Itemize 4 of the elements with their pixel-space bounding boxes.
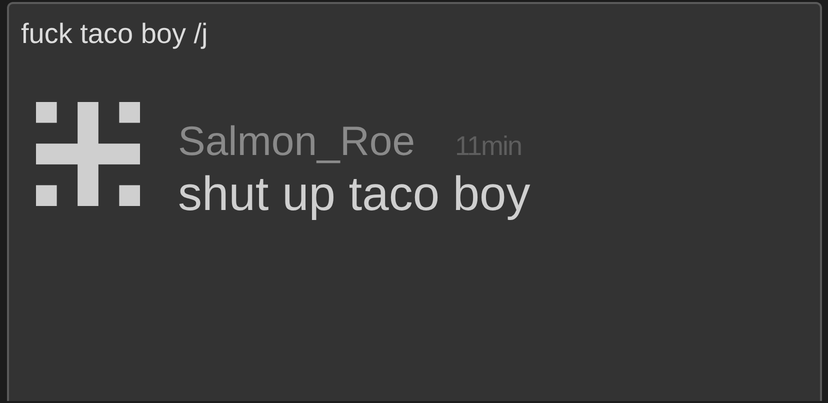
username: Salmon_Roe bbox=[178, 118, 416, 165]
avatar-icon bbox=[36, 102, 140, 206]
message-text: shut up taco boy bbox=[178, 167, 530, 222]
comment-text: fuck taco boy /j bbox=[21, 18, 208, 50]
